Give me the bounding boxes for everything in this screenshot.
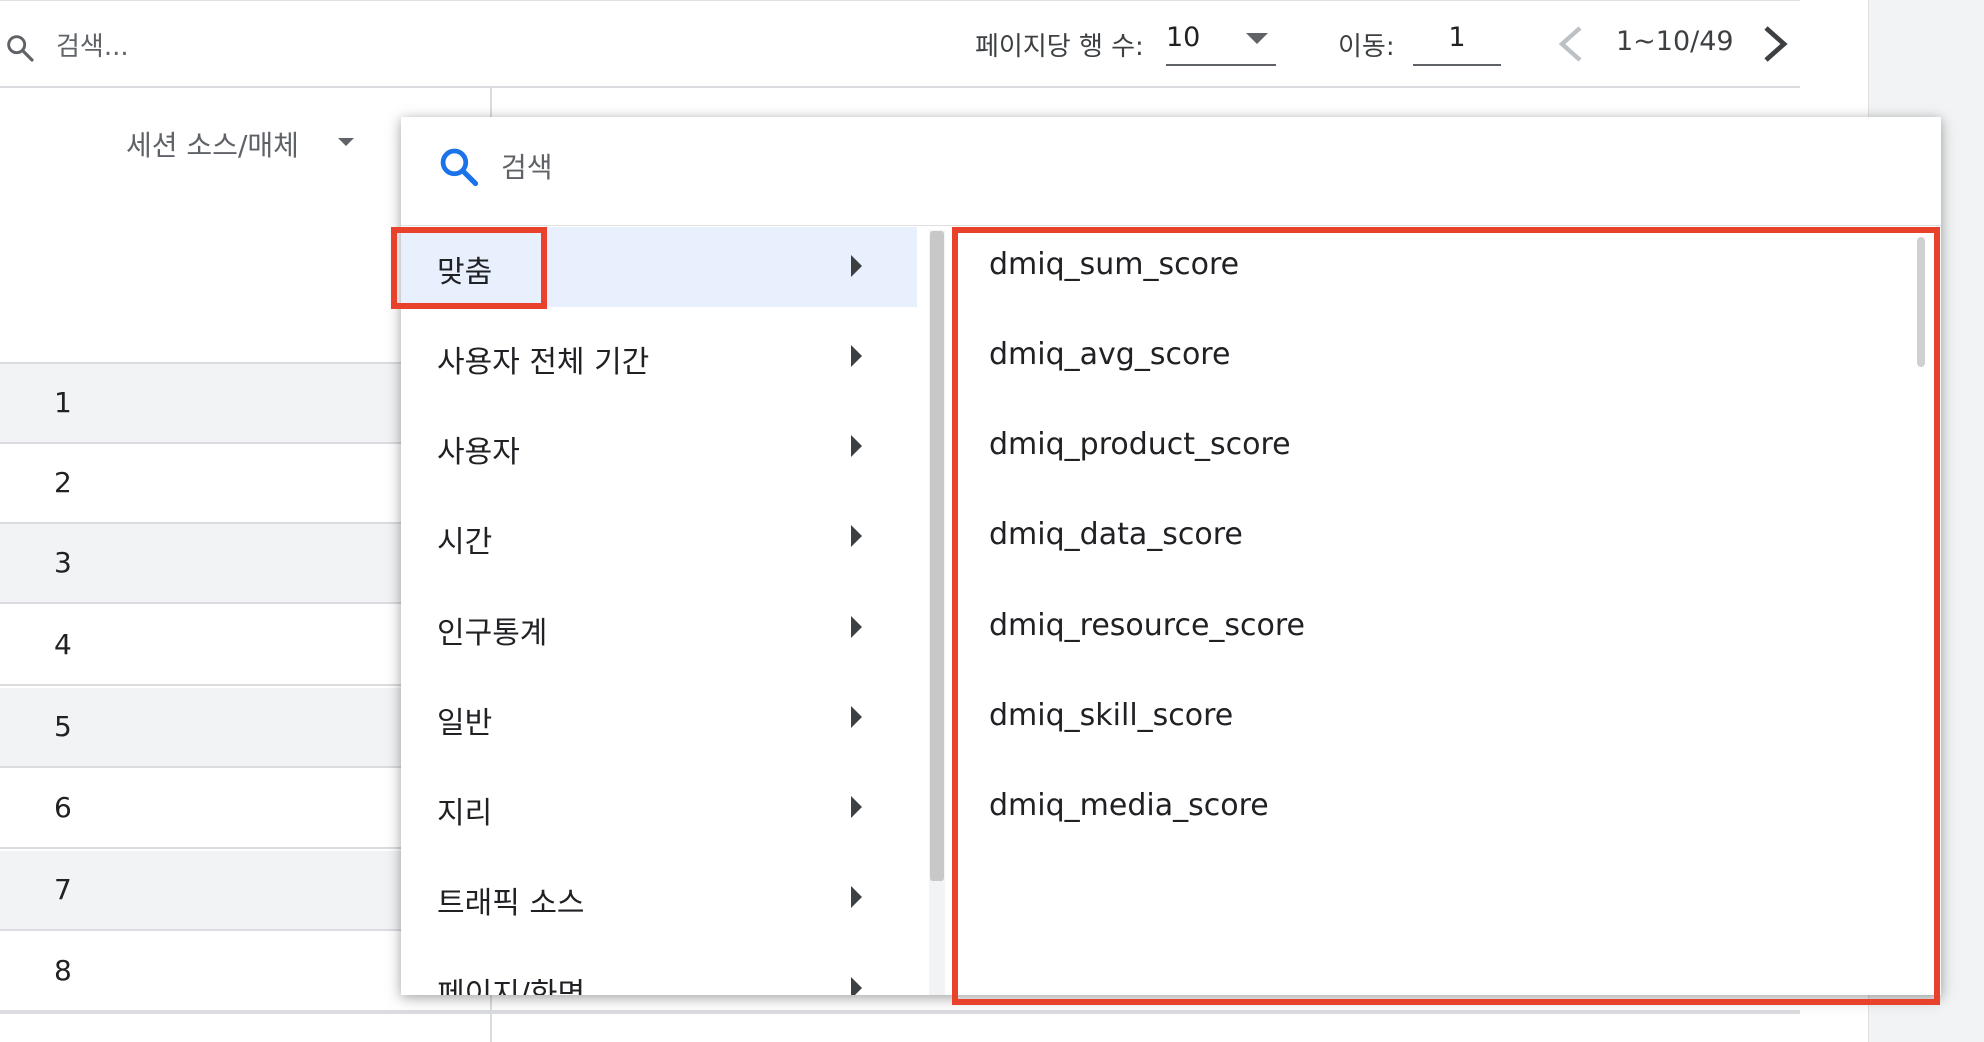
category-item-general[interactable]: 일반 — [401, 678, 917, 758]
goto-page-label: 이동: — [1338, 32, 1395, 62]
chevron-right-icon — [851, 796, 862, 818]
rows-per-page-select[interactable]: 10 — [1166, 18, 1276, 66]
category-item-geography[interactable]: 지리 — [401, 768, 917, 848]
category-label: 페이지/화면 — [437, 977, 586, 995]
rows-per-page-value: 10 — [1166, 22, 1201, 53]
category-item-demographics[interactable]: 인구통계 — [401, 588, 917, 668]
row-number: 3 — [54, 546, 72, 579]
category-item-page-screen[interactable]: 페이지/화면 — [401, 949, 917, 995]
category-label: 사용자 — [437, 435, 520, 470]
category-label: 인구통계 — [437, 616, 548, 651]
chevron-right-icon — [851, 435, 862, 457]
popup-divider — [401, 225, 1941, 226]
chevron-right-icon — [851, 616, 862, 638]
dropdown-arrow-icon[interactable] — [338, 138, 354, 146]
row-number: 5 — [54, 710, 72, 743]
row-number: 7 — [54, 873, 72, 906]
category-item-user-lifetime[interactable]: 사용자 전체 기간 — [401, 317, 917, 397]
chevron-right-icon — [851, 977, 862, 995]
chevron-right-icon — [851, 255, 862, 277]
chevron-left-icon[interactable] — [1556, 24, 1586, 64]
search-icon — [440, 148, 479, 187]
row-number: 8 — [54, 954, 72, 987]
chevron-right-icon — [851, 886, 862, 908]
category-label: 트래픽 소스 — [437, 886, 585, 921]
column-header-session-source-medium[interactable]: 세션 소스/매체 — [126, 124, 299, 164]
row-number: 4 — [54, 628, 72, 661]
category-item-user[interactable]: 사용자 — [401, 407, 917, 487]
table-toolbar — [0, 0, 1800, 88]
chevron-right-icon — [851, 345, 862, 367]
highlight-box-category — [391, 227, 547, 309]
category-item-time[interactable]: 시간 — [401, 497, 917, 577]
highlight-box-fields — [952, 227, 1940, 1005]
table-row-separator — [0, 1012, 1800, 1014]
row-number: 1 — [54, 386, 72, 419]
chevron-right-icon — [851, 525, 862, 547]
page-range-text: 1~10/49 — [1616, 26, 1734, 57]
rows-per-page-label: 페이지당 행 수: — [975, 32, 1144, 62]
goto-page-input[interactable]: 1 — [1413, 18, 1501, 66]
goto-page-value: 1 — [1448, 22, 1466, 53]
dropdown-arrow-icon — [1246, 33, 1268, 44]
row-number: 6 — [54, 791, 72, 824]
category-label: 일반 — [437, 706, 493, 741]
chevron-right-icon[interactable] — [1760, 24, 1790, 64]
table-search-input[interactable]: 검색... — [56, 26, 129, 63]
row-number: 2 — [54, 466, 72, 499]
category-scrollbar-thumb[interactable] — [930, 231, 944, 881]
search-icon[interactable] — [4, 32, 36, 64]
category-label: 시간 — [437, 525, 493, 560]
category-label: 사용자 전체 기간 — [437, 345, 650, 380]
category-list: 맞춤 사용자 전체 기간 사용자 시간 인구통계 일반 지리 트래픽 소스 페이… — [401, 227, 917, 995]
chevron-right-icon — [851, 706, 862, 728]
category-label: 지리 — [437, 796, 493, 831]
category-item-traffic-source[interactable]: 트래픽 소스 — [401, 858, 917, 938]
dimension-search-input[interactable] — [501, 147, 1801, 187]
